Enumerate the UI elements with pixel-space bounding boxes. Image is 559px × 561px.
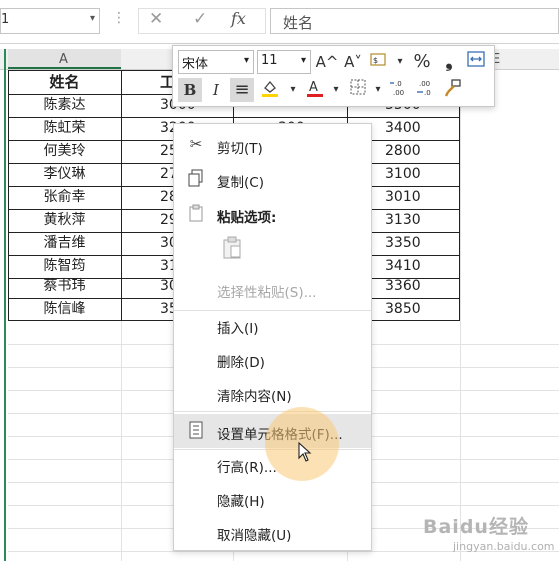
mouse-cursor-icon — [298, 441, 312, 466]
decrease-font-size-button[interactable]: A˅ — [341, 50, 365, 74]
clipboard-icon — [186, 204, 206, 224]
context-menu: ✂ 剪切(T) 复制(C) 粘贴选项: 选择性粘贴(S)... 插入(I) 删除… — [173, 123, 372, 551]
formula-content: 姓名 — [283, 14, 314, 32]
table-cell-name[interactable]: 潘吉维 — [8, 232, 121, 255]
enter-icon[interactable]: ✓ — [193, 9, 207, 29]
column-header-a[interactable]: A — [59, 52, 68, 67]
table-cell-name[interactable]: 陈信峰 — [8, 298, 121, 321]
svg-text:.0: .0 — [395, 80, 402, 88]
font-name-select[interactable]: 宋体 ▾ — [178, 50, 254, 74]
menu-separator — [174, 411, 371, 412]
menu-item-cut[interactable]: ✂ 剪切(T) — [174, 130, 371, 160]
cancel-icon[interactable]: ✕ — [149, 9, 163, 29]
table-cell-value[interactable]: 3100 — [385, 163, 445, 186]
svg-text:A: A — [309, 80, 318, 95]
formula-bar: 1 ▾ ⋮ ✕ ✓ fx 姓名 — [0, 0, 559, 44]
chevron-down-icon[interactable]: ▾ — [90, 13, 95, 24]
menu-item-hide[interactable]: 隐藏(H) — [174, 483, 371, 513]
watermark: Baidu经验 jingyan.baidu.com — [423, 510, 559, 561]
table-cell-value[interactable]: 3010 — [385, 186, 445, 209]
copy-icon — [186, 169, 206, 189]
chevron-down-icon[interactable]: ▾ — [244, 55, 249, 66]
table-cell-name[interactable]: 陈素达 — [8, 94, 121, 117]
table-cell-name[interactable]: 陈虹荣 — [8, 117, 121, 140]
menu-item-label: 删除(D) — [217, 355, 265, 371]
menu-item-insert[interactable]: 插入(I) — [174, 310, 371, 340]
svg-text:.0: .0 — [424, 89, 431, 97]
bold-button[interactable]: B — [178, 78, 202, 102]
more-options-icon[interactable]: ⋮ — [112, 10, 126, 26]
menu-item-delete[interactable]: 删除(D) — [174, 344, 371, 374]
percent-style-button[interactable]: % — [410, 50, 434, 74]
increase-decimal-icon[interactable]: .0.00 — [388, 78, 412, 102]
italic-button[interactable]: I — [204, 78, 228, 102]
scissors-icon: ✂ — [189, 135, 203, 153]
chevron-down-icon[interactable]: ▾ — [324, 78, 348, 102]
chevron-down-icon[interactable]: ▾ — [388, 50, 412, 74]
table-cell-name[interactable]: 黄秋萍 — [8, 209, 121, 232]
align-center-button[interactable]: ≡ — [230, 78, 254, 102]
insert-function-icon[interactable]: fx — [231, 9, 246, 28]
table-cell-name[interactable]: 蔡书玮 — [8, 275, 121, 298]
svg-text:$: $ — [373, 56, 378, 65]
table-cell-value[interactable]: 3850 — [385, 298, 445, 321]
increase-font-size-button[interactable]: A^ — [315, 50, 339, 74]
menu-item-label: 选择性粘贴(S)... — [217, 285, 317, 301]
menu-item-label: 插入(I) — [217, 321, 259, 337]
font-name-value: 宋体 — [182, 57, 209, 72]
grid-line — [460, 70, 461, 561]
table-cell-value[interactable]: 3350 — [385, 232, 445, 255]
table-cell-name[interactable]: 李仪琳 — [8, 163, 121, 186]
menu-item-label: 复制(C) — [217, 175, 264, 191]
menu-item-unhide[interactable]: 取消隐藏(U) — [174, 517, 371, 547]
formula-input[interactable]: 姓名 — [270, 8, 559, 34]
table-cell-value[interactable]: 3400 — [385, 117, 445, 140]
mini-toolbar: 宋体 ▾ 11 ▾ A^ A˅ $ ▾ % ❟ B I ≡ ▾ A ▾ ▾ .0… — [172, 45, 495, 107]
watermark-site: jingyan.baidu.com — [453, 540, 555, 553]
menu-item-label: 清除内容(N) — [217, 389, 292, 405]
table-cell-value[interactable]: 2800 — [385, 140, 445, 163]
font-size-value: 11 — [261, 53, 278, 68]
paste-icon[interactable] — [218, 236, 246, 264]
svg-text:.00: .00 — [393, 89, 404, 97]
menu-item-paste-special[interactable]: 选择性粘贴(S)... — [174, 274, 371, 304]
name-box[interactable]: 1 ▾ — [0, 8, 100, 34]
menu-item-label: 剪切(T) — [217, 141, 263, 157]
merge-center-icon[interactable] — [464, 50, 488, 74]
table-cell-value[interactable]: 3130 — [385, 209, 445, 232]
watermark-logo: Baidu经验 — [423, 516, 529, 538]
name-box-value: 1 — [1, 12, 10, 27]
header-cell-name[interactable]: 姓名 — [8, 71, 121, 94]
menu-item-clear-contents[interactable]: 清除内容(N) — [174, 378, 371, 408]
decrease-decimal-icon[interactable]: .00.0 — [414, 78, 438, 102]
font-size-select[interactable]: 11 ▾ — [257, 50, 311, 74]
table-cell-value[interactable]: 3360 — [385, 275, 445, 298]
comma-style-button[interactable]: ❟ — [437, 50, 461, 74]
chevron-down-icon[interactable]: ▾ — [301, 55, 306, 66]
menu-item-label: 粘贴选项: — [217, 210, 277, 226]
menu-item-copy[interactable]: 复制(C) — [174, 164, 371, 194]
format-painter-icon[interactable] — [441, 78, 465, 102]
table-border — [121, 70, 122, 321]
table-cell-name[interactable]: 张俞幸 — [8, 186, 121, 209]
selection-indicator — [4, 49, 6, 561]
svg-text:.00: .00 — [419, 80, 430, 88]
chevron-down-icon[interactable]: ▾ — [366, 78, 390, 102]
format-cells-icon — [186, 421, 206, 441]
table-cell-name[interactable]: 何美玲 — [8, 140, 121, 163]
menu-item-label: 隐藏(H) — [217, 494, 265, 510]
menu-item-label: 取消隐藏(U) — [217, 528, 292, 544]
fill-color-icon[interactable] — [258, 78, 282, 102]
menu-item-paste-options: 粘贴选项: — [174, 199, 371, 229]
chevron-down-icon[interactable]: ▾ — [281, 78, 305, 102]
